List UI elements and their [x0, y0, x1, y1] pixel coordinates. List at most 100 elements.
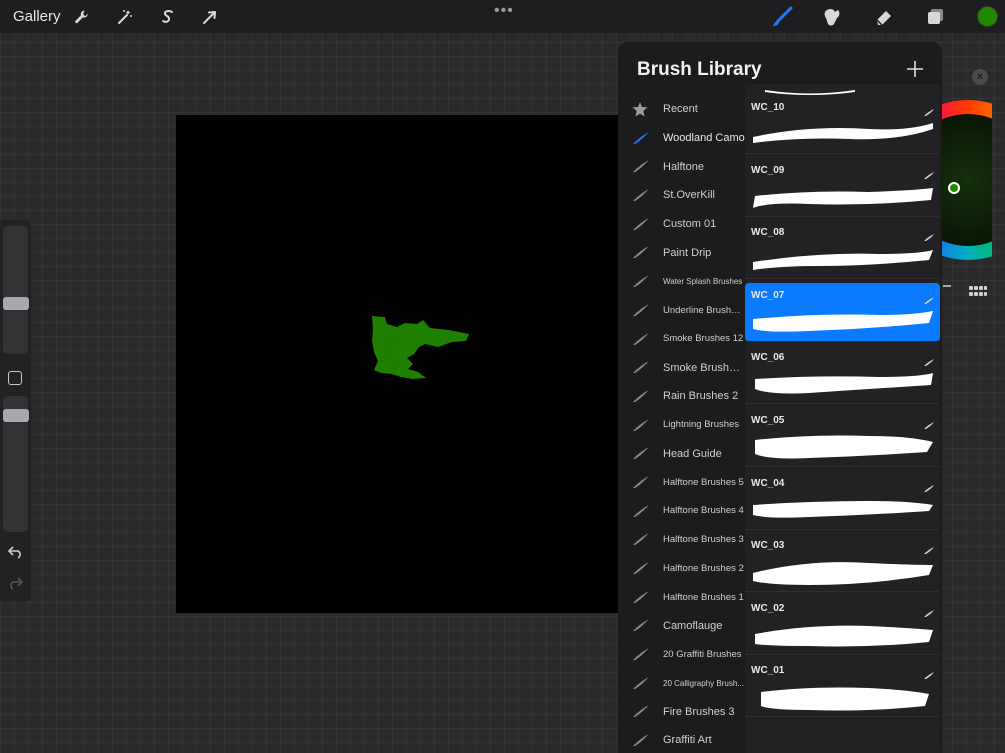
- brush-type-icon: [924, 291, 934, 304]
- brush-set-label: Recent: [663, 103, 698, 116]
- brush-type-icon: [924, 416, 934, 429]
- wrench-icon[interactable]: [69, 4, 95, 30]
- brush-set-item[interactable]: Head Guide: [618, 439, 745, 468]
- brush-set-item[interactable]: Halftone: [618, 152, 745, 181]
- brush-set-item[interactable]: Halftone Brushes 4: [618, 497, 745, 526]
- brush-item[interactable]: WC_07: [745, 282, 940, 342]
- brush-set-icon: [632, 389, 650, 403]
- color-picker-handle[interactable]: [948, 182, 960, 194]
- left-sidebar: [0, 220, 31, 602]
- brush-set-item[interactable]: Halftone Brushes 2: [618, 554, 745, 583]
- close-icon[interactable]: ×: [972, 69, 988, 85]
- drawing-canvas[interactable]: [176, 115, 619, 613]
- brush-set-item[interactable]: St.OverKill: [618, 181, 745, 210]
- brush-set-label: Lightning Brushes: [663, 419, 740, 431]
- brush-stroke-preview: [749, 367, 933, 399]
- undo-icon[interactable]: [7, 545, 23, 564]
- transform-arrow-icon[interactable]: [197, 4, 223, 30]
- brush-item[interactable]: WC_08: [745, 220, 940, 280]
- color-swatch-button[interactable]: [977, 6, 998, 27]
- brush-set-icon: [632, 159, 650, 173]
- brush-set-item[interactable]: Underline Brushes 3: [618, 296, 745, 325]
- brush-set-icon: [632, 360, 650, 374]
- brush-type-icon: [924, 604, 934, 617]
- brush-stroke-preview: [749, 430, 933, 462]
- magic-wand-icon[interactable]: [112, 4, 138, 30]
- brush-sets-list: Recent Woodland Camo Halftone St.OverKill Cu…: [618, 95, 745, 753]
- brush-set-item[interactable]: Recent: [618, 95, 745, 124]
- brush-item[interactable]: WC_10: [745, 95, 940, 154]
- brush-set-item[interactable]: Camoflauge: [618, 611, 745, 640]
- brush-set-label: Halftone: [663, 160, 704, 173]
- brush-size-slider[interactable]: [3, 226, 28, 354]
- brush-set-item[interactable]: Fire Brushes 3: [618, 697, 745, 726]
- palette-grid-icon[interactable]: [969, 286, 987, 300]
- add-brush-set-button[interactable]: [904, 58, 926, 80]
- brush-set-item[interactable]: Paint Drip: [618, 238, 745, 267]
- brush-set-icon: [632, 303, 650, 317]
- brush-type-icon: [924, 228, 934, 242]
- brush-set-item[interactable]: 20 Calligraphy Brush...: [618, 669, 745, 698]
- brush-set-item[interactable]: Smoke Brushes 4: [618, 353, 745, 382]
- brush-set-icon: [632, 217, 650, 231]
- brush-set-item[interactable]: Graffiti Art: [618, 726, 745, 753]
- opacity-thumb[interactable]: [3, 409, 29, 422]
- brush-set-icon: [632, 733, 650, 747]
- eraser-icon[interactable]: [871, 4, 897, 30]
- brush-stroke-preview: [749, 680, 933, 712]
- brush-stroke-preview: [749, 180, 933, 212]
- brush-set-item[interactable]: Halftone Brushes 3: [618, 525, 745, 554]
- brush-set-label: Camoflauge: [663, 619, 723, 632]
- gallery-button[interactable]: Gallery: [13, 8, 61, 25]
- modify-button[interactable]: [8, 371, 22, 385]
- brush-set-label: Rain Brushes 2: [663, 390, 739, 403]
- brush-set-label: Water Splash Brushes: [663, 276, 743, 286]
- brush-set-item[interactable]: Halftone Brushes 5: [618, 468, 745, 497]
- brush-set-icon: [632, 704, 650, 718]
- brush-set-item[interactable]: Lightning Brushes: [618, 411, 745, 440]
- brush-item[interactable]: WC_04: [745, 470, 940, 530]
- brush-set-item[interactable]: Smoke Brushes 12: [618, 325, 745, 354]
- more-options-handle[interactable]: •••: [494, 2, 514, 20]
- brush-set-item[interactable]: Rain Brushes 2: [618, 382, 745, 411]
- brush-item[interactable]: WC_09: [745, 157, 940, 217]
- brush-name: WC_10: [751, 102, 785, 113]
- selection-icon[interactable]: [155, 4, 181, 30]
- brush-set-label: Smoke Brushes 12: [663, 333, 744, 345]
- brush-name: WC_07: [751, 289, 785, 301]
- brush-set-label: Halftone Brushes 5: [663, 476, 744, 488]
- brush-item[interactable]: WC_02: [745, 595, 940, 655]
- brush-set-icon: [632, 188, 650, 202]
- brush-item[interactable]: WC_01: [745, 658, 940, 718]
- layers-icon[interactable]: [923, 4, 949, 30]
- brush-library-title: Brush Library: [637, 59, 762, 80]
- brush-set-icon: [632, 590, 650, 604]
- brush-name: WC_05: [751, 415, 785, 426]
- brush-set-item[interactable]: Custom 01: [618, 210, 745, 239]
- smudge-icon[interactable]: [819, 4, 845, 30]
- brush-item[interactable]: WC_05: [745, 408, 940, 467]
- brush-item[interactable]: WC_03: [745, 533, 940, 593]
- brush-set-label: Smoke Brushes 4: [663, 361, 745, 374]
- brush-set-label: Halftone Brushes 3: [663, 534, 744, 546]
- brush-name: WC_08: [751, 227, 785, 239]
- brush-set-item[interactable]: 20 Graffiti Brushes: [618, 640, 745, 669]
- brush-set-item[interactable]: Woodland Camo: [618, 124, 745, 153]
- brush-item[interactable]: WC_06: [745, 345, 940, 405]
- brush-size-thumb[interactable]: [3, 297, 29, 310]
- brush-type-icon: [924, 479, 934, 492]
- brush-type-icon: [924, 541, 934, 555]
- brush-set-icon: [632, 532, 650, 546]
- brush-stroke-preview: [749, 555, 933, 587]
- brush-set-icon: [632, 332, 650, 346]
- brush-icon[interactable]: [769, 4, 795, 30]
- brush-name: WC_09: [751, 164, 785, 176]
- brush-set-item[interactable]: Water Splash Brushes: [618, 267, 745, 296]
- brushes-list: WC_10 WC_09 WC_08 WC_07 WC_06 WC_05 WC_04 WC_03…: [745, 84, 940, 753]
- brush-set-label: Underline Brushes 3: [663, 304, 745, 316]
- brush-stroke-preview: [749, 305, 933, 337]
- brush-stroke-preview: [749, 117, 933, 149]
- redo-icon[interactable]: [8, 576, 24, 595]
- brush-set-item[interactable]: Halftone Brushes 1: [618, 583, 745, 612]
- top-toolbar: Gallery •••: [0, 0, 1005, 33]
